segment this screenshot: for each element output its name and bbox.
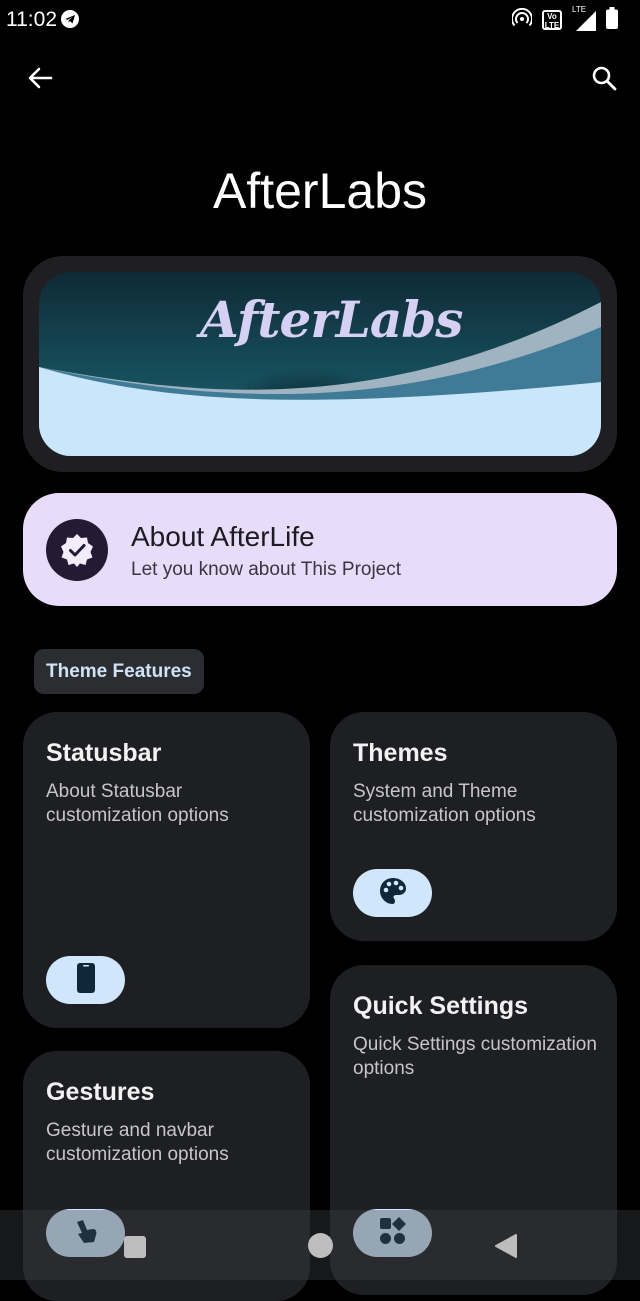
feature-subtitle: System and Theme customization options: [353, 781, 536, 826]
banner-logo: AfterLabs: [200, 290, 463, 349]
themes-pill: [353, 869, 432, 917]
lte-label: LTE: [572, 5, 587, 14]
arrow-left-icon: [27, 65, 53, 96]
feature-subtitle: Gesture and navbar customization options: [46, 1120, 229, 1165]
search-icon: [591, 65, 617, 96]
about-card[interactable]: [23, 493, 617, 606]
page-title: AfterLabs: [212, 163, 427, 219]
about-title: About AfterLife: [131, 521, 315, 552]
feature-title: Statusbar: [46, 739, 162, 767]
feature-title: Quick Settings: [353, 992, 529, 1020]
status-time: 11:02: [6, 8, 57, 31]
volte-icon: Vo LTE: [542, 10, 562, 30]
hotspot-icon: [511, 7, 533, 33]
recents-button[interactable]: [124, 1236, 146, 1258]
signal-icon: LTE: [572, 5, 596, 31]
telegram-icon: [60, 9, 80, 29]
palette-icon: [378, 876, 408, 911]
feature-title: Gestures: [46, 1078, 155, 1106]
about-subtitle: Let you know about This Project: [131, 559, 402, 580]
statusbar-pill: [46, 956, 125, 1004]
nav-back-button[interactable]: [494, 1233, 518, 1264]
status-icons: Vo LTE LTE: [511, 5, 618, 34]
feature-subtitle: Quick Settings customization options: [353, 1034, 597, 1079]
feature-subtitle: About Statusbar customization options: [46, 781, 229, 826]
feature-title: Themes: [353, 739, 448, 767]
verified-badge-icon: [46, 519, 108, 581]
battery-icon: [606, 6, 618, 34]
phone-icon: [76, 962, 96, 998]
back-button[interactable]: [16, 56, 64, 104]
search-button[interactable]: [580, 56, 628, 104]
section-chip: Theme Features: [34, 649, 204, 694]
home-button[interactable]: [308, 1233, 333, 1258]
